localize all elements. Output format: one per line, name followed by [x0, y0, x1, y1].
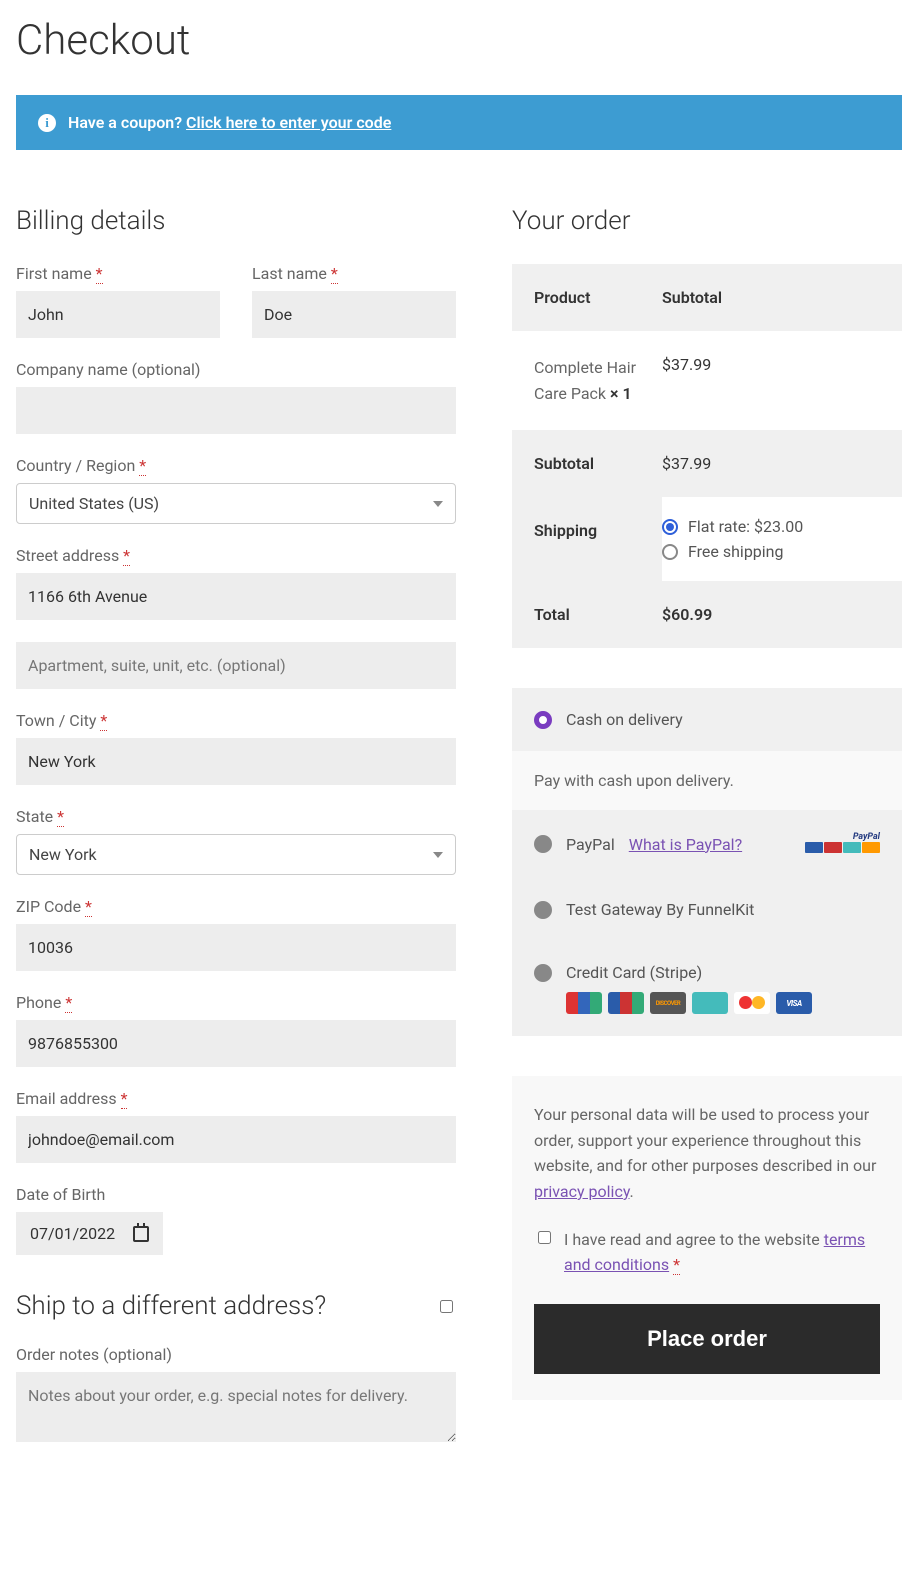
- billing-heading: Billing details: [16, 206, 456, 236]
- street-label: Street address *: [16, 546, 456, 565]
- radio-icon: [662, 544, 678, 560]
- radio-icon: [662, 519, 678, 535]
- phone-label: Phone *: [16, 993, 456, 1012]
- city-label: Town / City *: [16, 711, 456, 730]
- coupon-link[interactable]: Click here to enter your code: [186, 113, 391, 132]
- page-title: Checkout: [16, 16, 902, 65]
- order-notes-label: Order notes (optional): [16, 1345, 456, 1364]
- dob-value: 07/01/2022: [30, 1224, 115, 1243]
- privacy-policy-notice: Your personal data will be used to proce…: [512, 1076, 902, 1400]
- payment-method-cod[interactable]: Cash on delivery: [512, 688, 902, 751]
- shipping-option-label: Free shipping: [688, 542, 784, 561]
- calendar-icon: [133, 1226, 149, 1242]
- radio-icon: [534, 835, 552, 853]
- state-select[interactable]: New York: [16, 834, 456, 875]
- info-icon: i: [38, 114, 56, 132]
- what-is-paypal-link[interactable]: What is PayPal?: [629, 835, 742, 854]
- street1-input[interactable]: [16, 573, 456, 620]
- payment-label: Test Gateway By FunnelKit: [566, 900, 754, 919]
- required-mark: *: [121, 1089, 128, 1109]
- required-mark: *: [331, 264, 338, 284]
- country-value: United States (US): [29, 494, 159, 513]
- privacy-policy-link[interactable]: privacy policy: [534, 1182, 630, 1201]
- required-mark: *: [65, 993, 72, 1013]
- terms-checkbox[interactable]: [538, 1231, 551, 1244]
- jcb-icon: [608, 992, 644, 1014]
- radio-icon: [534, 901, 552, 919]
- required-mark: *: [139, 456, 146, 476]
- payment-method-paypal[interactable]: PayPal What is PayPal? PayPal: [512, 810, 902, 878]
- order-notes-input[interactable]: [16, 1372, 456, 1442]
- amex-icon: [692, 992, 728, 1014]
- radio-icon: [534, 964, 552, 982]
- city-input[interactable]: [16, 738, 456, 785]
- payment-method-testgw[interactable]: Test Gateway By FunnelKit: [512, 878, 902, 941]
- shipping-option-flat[interactable]: Flat rate: $23.00: [662, 517, 880, 536]
- dob-label: Date of Birth: [16, 1185, 456, 1204]
- radio-icon: [534, 711, 552, 729]
- shipping-option-label: Flat rate: $23.00: [688, 517, 803, 536]
- payment-label: PayPal: [566, 835, 615, 854]
- payment-cod-desc: Pay with cash upon delivery.: [512, 751, 902, 810]
- zip-label: ZIP Code *: [16, 897, 456, 916]
- required-mark: *: [123, 546, 130, 566]
- payment-methods: Cash on delivery Pay with cash upon deli…: [512, 688, 902, 1036]
- required-mark: *: [57, 807, 64, 827]
- country-label: Country / Region *: [16, 456, 456, 475]
- order-item-qty: × 1: [610, 384, 632, 403]
- company-label: Company name (optional): [16, 360, 456, 379]
- company-input[interactable]: [16, 387, 456, 434]
- order-review-table: Product Subtotal Complete Hair Care Pack…: [512, 264, 902, 648]
- subtotal-value: $37.99: [662, 430, 902, 497]
- subtotal-label: Subtotal: [512, 430, 662, 497]
- payment-method-stripe[interactable]: Credit Card (Stripe) DISCOVER VISA: [512, 941, 902, 1036]
- required-mark: *: [96, 264, 103, 284]
- payment-label: Cash on delivery: [566, 710, 683, 729]
- mastercard-icon: [734, 992, 770, 1014]
- chevron-down-icon: [433, 852, 443, 858]
- shipping-option-free[interactable]: Free shipping: [662, 542, 880, 561]
- coupon-prompt: Have a coupon?: [68, 113, 186, 132]
- email-input[interactable]: [16, 1116, 456, 1163]
- country-select[interactable]: United States (US): [16, 483, 456, 524]
- ship-different-checkbox[interactable]: [440, 1300, 453, 1313]
- state-value: New York: [29, 845, 97, 864]
- terms-text: I have read and agree to the website: [564, 1230, 824, 1249]
- zip-input[interactable]: [16, 924, 456, 971]
- privacy-text: Your personal data will be used to proce…: [534, 1105, 876, 1175]
- last-name-input[interactable]: [252, 291, 456, 338]
- last-name-label: Last name *: [252, 264, 456, 283]
- email-label: Email address *: [16, 1089, 456, 1108]
- dob-input[interactable]: 07/01/2022: [16, 1212, 163, 1255]
- paypal-logo-icon: PayPal: [802, 832, 880, 856]
- visa-icon: VISA: [776, 992, 812, 1014]
- order-heading: Your order: [512, 206, 902, 236]
- payment-label: Credit Card (Stripe): [566, 963, 702, 982]
- place-order-button[interactable]: Place order: [534, 1304, 880, 1374]
- required-mark: *: [100, 711, 107, 731]
- product-header: Product: [512, 264, 662, 331]
- total-label: Total: [512, 581, 662, 648]
- required-mark: *: [85, 897, 92, 917]
- first-name-label: First name *: [16, 264, 220, 283]
- street2-input[interactable]: [16, 642, 456, 689]
- card-brand-icons: DISCOVER VISA: [534, 992, 880, 1014]
- subtotal-header: Subtotal: [662, 264, 902, 331]
- total-value: $60.99: [662, 581, 902, 648]
- state-label: State *: [16, 807, 456, 826]
- ship-different-heading: Ship to a different address?: [16, 1291, 326, 1321]
- required-mark: *: [673, 1255, 680, 1275]
- chevron-down-icon: [433, 501, 443, 507]
- unionpay-icon: [566, 992, 602, 1014]
- shipping-label: Shipping: [512, 497, 662, 581]
- phone-input[interactable]: [16, 1020, 456, 1067]
- discover-icon: DISCOVER: [650, 992, 686, 1014]
- first-name-input[interactable]: [16, 291, 220, 338]
- order-item-price: $37.99: [662, 331, 902, 430]
- coupon-notice: i Have a coupon? Click here to enter you…: [16, 95, 902, 150]
